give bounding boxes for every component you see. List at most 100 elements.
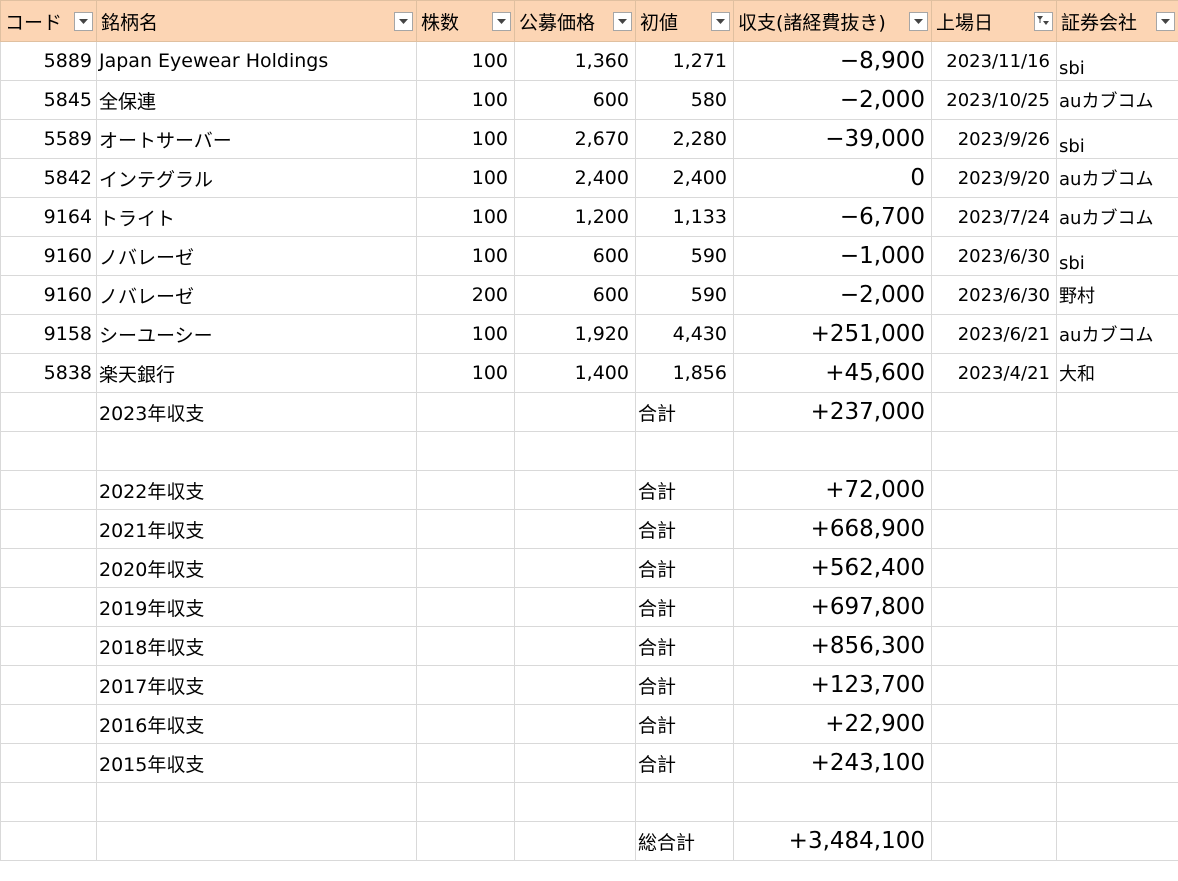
code-cell[interactable]: 5838 xyxy=(0,353,97,393)
empty-cell[interactable] xyxy=(1056,626,1178,666)
pnl-cell[interactable]: +251,000 xyxy=(733,314,932,354)
shares-cell[interactable]: 100 xyxy=(416,119,515,159)
header-shares[interactable]: 株数 xyxy=(416,0,515,42)
shares-cell[interactable]: 100 xyxy=(416,314,515,354)
empty-cell[interactable] xyxy=(0,548,97,588)
empty-cell[interactable] xyxy=(514,743,636,783)
sum-value-cell[interactable]: +668,900 xyxy=(733,509,932,549)
empty-cell[interactable] xyxy=(416,665,515,705)
empty-cell[interactable] xyxy=(416,821,515,861)
empty-cell[interactable] xyxy=(931,665,1057,705)
name-cell[interactable]: ノバレーゼ xyxy=(96,236,417,276)
empty-cell[interactable] xyxy=(416,392,515,432)
code-cell[interactable]: 5589 xyxy=(0,119,97,159)
empty-cell[interactable] xyxy=(931,392,1057,432)
broker-cell[interactable]: 野村 xyxy=(1056,275,1178,315)
pnl-cell[interactable]: −8,900 xyxy=(733,41,932,81)
year-label-cell[interactable]: 2023年収支 xyxy=(96,392,417,432)
empty-cell[interactable] xyxy=(931,626,1057,666)
first-price-cell[interactable]: 2,400 xyxy=(635,158,734,198)
empty-cell[interactable] xyxy=(0,626,97,666)
first-price-cell[interactable]: 1,856 xyxy=(635,353,734,393)
first-price-cell[interactable]: 580 xyxy=(635,80,734,120)
year-label-cell[interactable]: 2019年収支 xyxy=(96,587,417,627)
empty-cell[interactable] xyxy=(0,509,97,549)
empty-cell[interactable] xyxy=(0,431,97,471)
pnl-cell[interactable]: 0 xyxy=(733,158,932,198)
empty-cell[interactable] xyxy=(416,782,515,822)
empty-cell[interactable] xyxy=(931,782,1057,822)
empty-cell[interactable] xyxy=(0,782,97,822)
code-cell[interactable]: 5842 xyxy=(0,158,97,198)
header-listing-date[interactable]: 上場日 xyxy=(931,0,1057,42)
sum-label-cell[interactable]: 合計 xyxy=(635,704,734,744)
dropdown-arrow-icon[interactable] xyxy=(74,12,93,31)
empty-cell[interactable] xyxy=(0,743,97,783)
sum-value-cell[interactable]: +22,900 xyxy=(733,704,932,744)
name-cell[interactable]: 楽天銀行 xyxy=(96,353,417,393)
pnl-cell[interactable]: +45,600 xyxy=(733,353,932,393)
empty-cell[interactable] xyxy=(416,587,515,627)
empty-cell[interactable] xyxy=(416,743,515,783)
broker-cell[interactable]: sbi xyxy=(1056,119,1178,159)
empty-cell[interactable] xyxy=(931,548,1057,588)
empty-cell[interactable] xyxy=(1056,665,1178,705)
empty-cell[interactable] xyxy=(1056,509,1178,549)
grand-total-value[interactable]: +3,484,100 xyxy=(733,821,932,861)
shares-cell[interactable]: 100 xyxy=(416,353,515,393)
ipo-price-cell[interactable]: 1,360 xyxy=(514,41,636,81)
broker-cell[interactable]: auカブコム xyxy=(1056,80,1178,120)
pnl-cell[interactable]: −1,000 xyxy=(733,236,932,276)
header-pnl[interactable]: 収支(諸経費抜き) xyxy=(733,0,932,42)
header-code[interactable]: コード xyxy=(0,0,97,42)
sum-label-cell[interactable]: 合計 xyxy=(635,392,734,432)
year-label-cell[interactable]: 2020年収支 xyxy=(96,548,417,588)
empty-cell[interactable] xyxy=(514,548,636,588)
ipo-price-cell[interactable]: 1,400 xyxy=(514,353,636,393)
broker-cell[interactable]: auカブコム xyxy=(1056,158,1178,198)
empty-cell[interactable] xyxy=(1056,704,1178,744)
year-label-cell[interactable]: 2022年収支 xyxy=(96,470,417,510)
listing-date-cell[interactable]: 2023/11/16 xyxy=(931,41,1057,81)
dropdown-arrow-icon[interactable] xyxy=(613,12,632,31)
grand-total-label[interactable]: 総合計 xyxy=(635,821,734,861)
header-broker[interactable]: 証券会社 xyxy=(1056,0,1178,42)
empty-cell[interactable] xyxy=(1056,587,1178,627)
ipo-price-cell[interactable]: 2,670 xyxy=(514,119,636,159)
shares-cell[interactable]: 100 xyxy=(416,236,515,276)
name-cell[interactable]: ノバレーゼ xyxy=(96,275,417,315)
empty-cell[interactable] xyxy=(1056,782,1178,822)
empty-cell[interactable] xyxy=(1056,470,1178,510)
listing-date-cell[interactable]: 2023/9/20 xyxy=(931,158,1057,198)
pnl-cell[interactable]: −2,000 xyxy=(733,275,932,315)
dropdown-arrow-icon[interactable] xyxy=(909,12,928,31)
sum-value-cell[interactable]: +562,400 xyxy=(733,548,932,588)
name-cell[interactable]: Japan Eyewear Holdings xyxy=(96,41,417,81)
ipo-price-cell[interactable]: 600 xyxy=(514,236,636,276)
empty-cell[interactable] xyxy=(931,509,1057,549)
broker-cell[interactable]: auカブコム xyxy=(1056,197,1178,237)
ipo-price-cell[interactable]: 2,400 xyxy=(514,158,636,198)
empty-cell[interactable] xyxy=(931,470,1057,510)
empty-cell[interactable] xyxy=(514,470,636,510)
dropdown-arrow-icon[interactable] xyxy=(1156,12,1175,31)
name-cell[interactable]: オートサーバー xyxy=(96,119,417,159)
empty-cell[interactable] xyxy=(931,704,1057,744)
header-first-price[interactable]: 初値 xyxy=(635,0,734,42)
empty-cell[interactable] xyxy=(931,587,1057,627)
broker-cell[interactable]: 大和 xyxy=(1056,353,1178,393)
listing-date-cell[interactable]: 2023/6/21 xyxy=(931,314,1057,354)
empty-cell[interactable] xyxy=(931,743,1057,783)
first-price-cell[interactable]: 590 xyxy=(635,236,734,276)
shares-cell[interactable]: 100 xyxy=(416,80,515,120)
empty-cell[interactable] xyxy=(0,587,97,627)
empty-cell[interactable] xyxy=(0,665,97,705)
name-cell[interactable]: トライト xyxy=(96,197,417,237)
empty-cell[interactable] xyxy=(514,665,636,705)
sum-value-cell[interactable]: +697,800 xyxy=(733,587,932,627)
empty-cell[interactable] xyxy=(733,782,932,822)
code-cell[interactable]: 9160 xyxy=(0,236,97,276)
first-price-cell[interactable]: 1,271 xyxy=(635,41,734,81)
empty-cell[interactable] xyxy=(514,704,636,744)
broker-cell[interactable]: sbi xyxy=(1056,236,1178,276)
